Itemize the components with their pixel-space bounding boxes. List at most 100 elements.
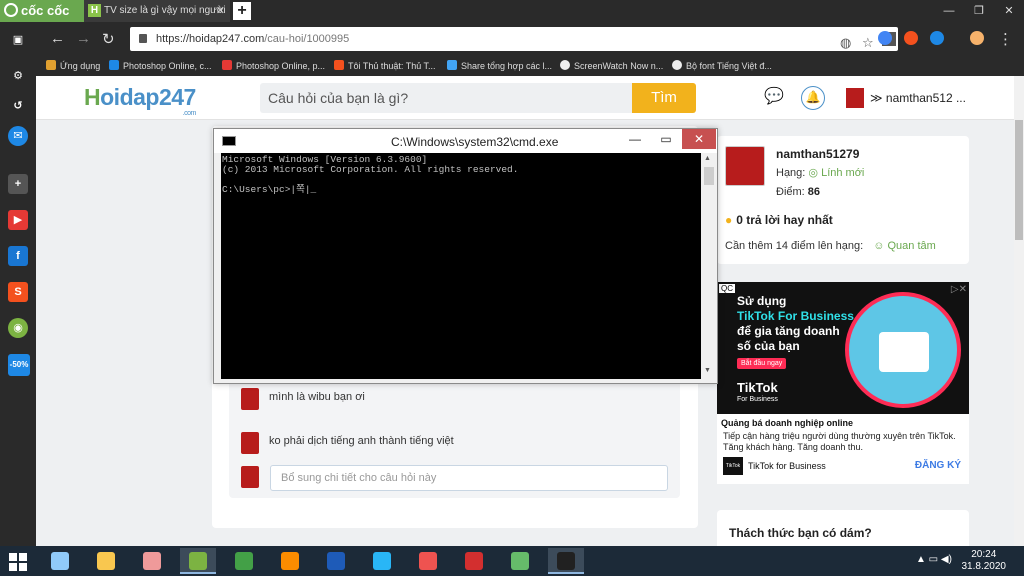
gpu-icon <box>511 552 529 570</box>
shopee-icon[interactable]: S <box>8 282 28 302</box>
profile-name[interactable]: namthan51279 <box>776 147 859 161</box>
cmd-minimize-button[interactable]: — <box>620 129 650 149</box>
forward-arrow-icon[interactable]: → <box>76 30 91 47</box>
ad-cta-button[interactable]: Bắt đầu ngay <box>737 358 787 369</box>
add-icon[interactable]: + <box>8 174 28 194</box>
browser-sidebar: ▣ ⚙ ↺ ✉ + ▶ f S ◉ -50% <box>0 22 36 546</box>
facebook-icon[interactable]: f <box>8 246 28 266</box>
opera-icon <box>465 552 483 570</box>
messenger-icon[interactable]: ✉ <box>8 126 28 146</box>
photoshop-icon <box>109 60 119 70</box>
browser-tab-strip: cốc cốc H TV size là gì vậy mọi người ✕ … <box>0 0 1024 22</box>
bookmark-item[interactable]: Photoshop Online, c... <box>109 56 212 76</box>
minimize-button[interactable]: — <box>934 0 964 22</box>
taskbar-app-gpu[interactable] <box>502 548 538 574</box>
bookmark-item[interactable]: Bộ font Tiếng Việt đ... <box>672 56 772 76</box>
translate-icon[interactable]: ◍ <box>840 31 851 55</box>
coccoc-logo-icon <box>4 3 18 17</box>
profile-card: namthan51279 Hạng: ◎ Lính mới Điểm: 86 ●… <box>717 136 969 264</box>
scrollbar-thumb[interactable] <box>704 167 714 185</box>
profile-rank: Hạng: ◎ Lính mới <box>776 167 865 179</box>
home-icon[interactable]: ▣ <box>8 30 28 50</box>
cmd-title: C:\Windows\system32\cmd.exe <box>391 135 559 149</box>
bookmark-item[interactable]: Tôi Thủ thuật: Thủ T... <box>334 56 436 76</box>
cmd-scrollbar[interactable]: ▲ ▼ <box>702 153 716 379</box>
tab-current-page[interactable]: H TV size là gì vậy mọi người ✕ <box>84 0 230 22</box>
system-tray[interactable]: ▲ ▭ ◀) <box>916 554 952 565</box>
tiki-icon[interactable]: -50% <box>8 354 30 376</box>
avatar <box>241 466 259 488</box>
close-window-button[interactable]: ✕ <box>994 0 1024 22</box>
chat-icon[interactable]: 💬 <box>762 86 786 110</box>
youtube-icon[interactable]: ▶ <box>8 210 28 230</box>
avatar[interactable] <box>725 146 765 186</box>
taskbar-clock[interactable]: 20:24 31.8.2020 <box>962 549 1007 573</box>
comment-input[interactable]: Bổ sung chi tiết cho câu hỏi này <box>270 465 668 491</box>
maximize-button[interactable]: ❐ <box>964 0 994 22</box>
taskbar-app-opera[interactable] <box>456 548 492 574</box>
browser-brand-button[interactable]: cốc cốc <box>0 0 84 22</box>
follow-button[interactable]: ☺ Quan tâm <box>873 240 936 252</box>
new-tab-button[interactable]: + <box>233 2 251 20</box>
question-search-input[interactable]: Câu hỏi của bạn là gì? <box>260 83 632 113</box>
globe-icon <box>672 60 682 70</box>
taskbar-app-snipping[interactable] <box>134 548 170 574</box>
notification-bell-icon[interactable]: 🔔 <box>801 86 825 110</box>
settings-icon[interactable]: ⚙ <box>8 66 28 86</box>
taskbar-app-word[interactable] <box>318 548 354 574</box>
back-arrow-icon[interactable]: ← <box>50 30 65 47</box>
taskbar-app-chrome[interactable] <box>226 548 262 574</box>
ad-close-icon[interactable]: ▷✕ <box>951 284 967 295</box>
taskbar-app-notepad[interactable] <box>42 548 78 574</box>
tab-close-icon[interactable]: ✕ <box>216 0 225 22</box>
avast-icon <box>281 552 299 570</box>
tiktok-ad-banner[interactable]: QC ▷✕ Sử dụng TikTok For Business để gia… <box>717 282 969 414</box>
profile-points: Điểm: 86 <box>776 186 821 198</box>
address-bar[interactable]: https://hoidap247.com/cau-hoi/1000995 ◍ … <box>130 27 898 51</box>
bookmark-item[interactable]: Photoshop Online, p... <box>222 56 325 76</box>
page-scrollbar[interactable] <box>1014 76 1024 546</box>
ie-icon <box>373 552 391 570</box>
ad-illustration <box>845 292 961 408</box>
extension-icon-2[interactable] <box>904 31 918 45</box>
scrollbar-thumb[interactable] <box>1015 120 1023 240</box>
cmd-maximize-button[interactable]: ▭ <box>651 129 681 149</box>
windows-start-icon[interactable] <box>9 553 27 571</box>
extension-icon-3[interactable] <box>930 31 944 45</box>
challenge-card: Thách thức bạn có dám? <box>717 510 969 546</box>
reload-icon[interactable]: ↻ <box>102 30 115 48</box>
scroll-up-icon[interactable]: ▲ <box>704 155 711 162</box>
profile-avatar-icon[interactable] <box>970 31 984 45</box>
cmd-icon <box>222 136 236 146</box>
taskbar-app-ie[interactable] <box>364 548 400 574</box>
taskbar-app-paint[interactable] <box>410 548 446 574</box>
taskbar-app-coccoc[interactable] <box>180 548 216 574</box>
bookmark-star-icon[interactable]: ☆ <box>862 31 874 55</box>
taskbar-app-cmd[interactable] <box>548 548 584 574</box>
ad-register-button[interactable]: ĐĂNG KÝ <box>915 460 961 471</box>
taskbar-app-avast[interactable] <box>272 548 308 574</box>
bookmark-item[interactable]: Share tổng hợp các l... <box>447 56 552 76</box>
explorer-icon <box>97 552 115 570</box>
menu-icon[interactable]: ⋮ <box>998 30 1013 48</box>
bookmark-item[interactable]: Ứng dụng <box>46 56 100 76</box>
search-button[interactable]: Tìm <box>632 83 696 113</box>
extension-icon[interactable] <box>878 31 892 45</box>
scroll-down-icon[interactable]: ▼ <box>704 367 711 374</box>
avatar[interactable] <box>846 88 864 108</box>
taskbar-app-explorer[interactable] <box>88 548 124 574</box>
url-path: /cau-hoi/1000995 <box>264 33 350 45</box>
tab-title: TV size là gì vậy mọi người <box>104 5 226 16</box>
coccoc-game-icon[interactable]: ◉ <box>8 318 28 338</box>
history-icon[interactable]: ↺ <box>8 96 28 116</box>
header-username[interactable]: ≫ namthan512 ... <box>870 91 966 105</box>
cmd-title-bar[interactable]: C:\Windows\system32\cmd.exe — ▭ ✕ <box>214 129 717 153</box>
cmd-close-button[interactable]: ✕ <box>682 129 716 149</box>
chrome-icon <box>235 552 253 570</box>
bookmark-item[interactable]: ScreenWatch Now n... <box>560 56 663 76</box>
cmd-console[interactable]: Microsoft Windows [Version 6.3.9600] (c)… <box>221 153 701 379</box>
paint-icon <box>419 552 437 570</box>
hoidap247-logo[interactable]: Hoidap247 .com <box>84 84 196 117</box>
windows-taskbar: ▲ ▭ ◀) 20:24 31.8.2020 <box>0 546 1024 576</box>
coccoc-icon <box>189 552 207 570</box>
